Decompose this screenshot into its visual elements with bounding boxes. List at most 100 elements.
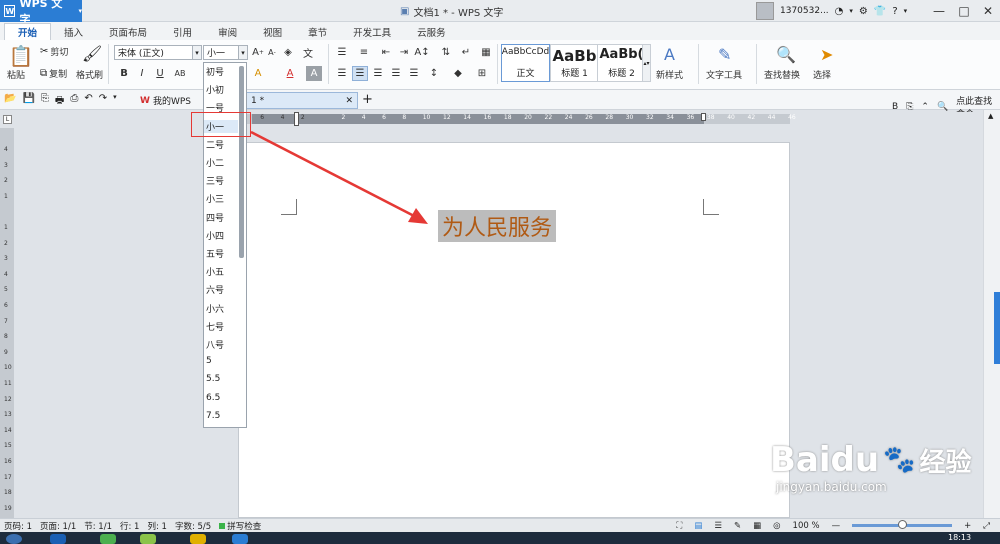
font-size-option[interactable]: 七号 xyxy=(206,320,224,333)
undo-icon[interactable]: ↶ xyxy=(84,93,92,110)
open-icon[interactable]: 📂 xyxy=(4,93,16,110)
clock-icon[interactable]: ◔ xyxy=(835,6,844,17)
close-tab-icon[interactable]: ✕ xyxy=(345,96,353,106)
help-icon[interactable]: ? xyxy=(892,6,897,17)
font-size-option[interactable]: 六号 xyxy=(206,283,224,296)
find-replace-button[interactable]: 查找替换 xyxy=(764,68,800,81)
align-right-icon[interactable]: ☰ xyxy=(370,66,386,81)
print-preview-icon[interactable]: ⎙ xyxy=(70,93,78,110)
taskbar-wps-icon[interactable] xyxy=(232,534,248,544)
tab-references[interactable]: 引用 xyxy=(160,23,205,40)
text-tools-icon[interactable]: ✎ xyxy=(718,45,731,64)
page-view-icon[interactable]: ▤ xyxy=(694,521,702,531)
font-size-option[interactable]: 小六 xyxy=(206,302,224,315)
font-size-option[interactable]: 四号 xyxy=(206,211,224,224)
tab-review[interactable]: 审阅 xyxy=(205,23,250,40)
zoom-slider[interactable] xyxy=(852,520,953,529)
select-cursor-icon[interactable]: ➤ xyxy=(820,45,833,64)
font-size-option[interactable]: 三号 xyxy=(206,174,224,187)
chevron-down-icon[interactable]: ▾ xyxy=(238,46,247,59)
font-size-option[interactable]: 小二 xyxy=(206,156,224,169)
zoom-slider-thumb[interactable] xyxy=(898,520,908,529)
shirt-icon[interactable]: 👕 xyxy=(874,6,886,17)
font-size-option[interactable]: 小初 xyxy=(206,83,224,96)
bullet-list-icon[interactable]: ☰ xyxy=(334,45,350,60)
skin-icon[interactable]: ⚙ xyxy=(859,6,868,17)
tab-stop-selector[interactable]: L xyxy=(3,115,12,124)
tab-insert[interactable]: 插入 xyxy=(51,23,96,40)
font-size-option[interactable]: 初号 xyxy=(206,65,224,78)
user-name[interactable]: 1370532... xyxy=(780,6,829,16)
zoom-level[interactable]: 100 % xyxy=(793,521,820,531)
tab-view[interactable]: 视图 xyxy=(250,23,295,40)
chevron-down-icon[interactable]: ▾ xyxy=(904,7,908,15)
right-indent-marker[interactable] xyxy=(701,113,706,121)
tab-section[interactable]: 章节 xyxy=(295,23,340,40)
document-tab[interactable]: 1 * ✕ xyxy=(246,92,358,109)
scroll-up-icon[interactable]: ▲ xyxy=(988,112,993,120)
zoom-in-icon[interactable]: + xyxy=(964,521,971,531)
collapse-ribbon-icon[interactable]: ⌃ xyxy=(921,102,929,112)
format-painter-button[interactable]: 格式刷 xyxy=(76,68,103,81)
increase-indent-icon[interactable]: ⇥ xyxy=(396,45,412,60)
text-direction-icon[interactable]: A↕ xyxy=(414,45,430,60)
style-heading-2[interactable]: AaBb( 标题 2 xyxy=(597,44,646,82)
new-tab-icon[interactable]: + xyxy=(362,92,373,107)
zoom-out-icon[interactable]: — xyxy=(832,521,841,531)
decrease-indent-icon[interactable]: ⇤ xyxy=(378,45,394,60)
share-icon[interactable]: ⎘ xyxy=(906,102,913,112)
bold-icon[interactable]: B xyxy=(116,66,132,81)
pinyin-icon[interactable]: 文 xyxy=(300,45,316,60)
char-shading-icon[interactable]: A xyxy=(306,66,322,81)
my-wps-link[interactable]: W 我的WPS xyxy=(140,94,191,108)
italic-icon[interactable]: I xyxy=(134,66,150,81)
tab-cloud-service[interactable]: 云服务 xyxy=(404,23,459,40)
align-center-icon[interactable]: ☰ xyxy=(352,66,368,81)
sort-icon[interactable]: ⇅ xyxy=(438,45,454,60)
close-button[interactable]: ✕ xyxy=(977,2,999,20)
indent-marker[interactable] xyxy=(294,112,299,126)
shrink-font-icon[interactable]: A- xyxy=(264,45,280,60)
chevron-down-icon[interactable]: ▾ xyxy=(192,46,201,59)
web-view-icon[interactable]: ▦ xyxy=(753,521,761,531)
save-icon[interactable]: 💾 xyxy=(22,93,34,110)
app-menu-button[interactable]: W WPS 文字 ▾ xyxy=(0,0,82,26)
copy-button[interactable]: ⧉ 复制 xyxy=(40,67,67,80)
line-spacing-icon[interactable]: ↕ xyxy=(426,66,442,81)
font-size-option[interactable]: 5 xyxy=(206,356,212,366)
spell-check[interactable]: 拼写检查 xyxy=(215,520,265,532)
highlight-color-icon[interactable]: A xyxy=(250,66,266,81)
brush-icon[interactable]: 🖌 xyxy=(82,44,102,63)
outline-view-icon[interactable]: ☰ xyxy=(714,521,722,531)
status-section[interactable]: 节: 1/1 xyxy=(80,520,116,532)
clear-format-icon[interactable]: ◈ xyxy=(280,45,296,60)
minimize-button[interactable]: — xyxy=(928,2,950,20)
reading-view-icon[interactable]: ✎ xyxy=(734,521,741,531)
redo-icon[interactable]: ↷ xyxy=(99,93,107,110)
maximize-button[interactable]: □ xyxy=(953,2,975,20)
doc-map-icon[interactable]: B xyxy=(892,102,898,112)
taskbar-app-icon[interactable] xyxy=(190,534,206,544)
style-gallery-scroll[interactable]: ▴▾ xyxy=(642,44,651,82)
font-size-option[interactable]: 7.5 xyxy=(206,411,220,421)
print-icon[interactable]: 🖶 xyxy=(55,93,64,110)
paste-button[interactable]: 粘贴 xyxy=(7,68,25,81)
eye-protect-icon[interactable]: ◎ xyxy=(773,521,780,531)
selected-document-text[interactable]: 为人民服务 xyxy=(438,210,557,242)
tab-developer[interactable]: 开发工具 xyxy=(340,23,404,40)
font-size-option[interactable]: 6.5 xyxy=(206,393,220,403)
font-size-option[interactable]: 小五 xyxy=(206,265,224,278)
export-pdf-icon[interactable]: ⎘ xyxy=(41,93,49,110)
font-size-option[interactable]: 5.5 xyxy=(206,374,220,384)
strikethrough-icon[interactable]: AB xyxy=(172,66,188,81)
document-page[interactable] xyxy=(238,142,790,518)
chevron-down-icon[interactable]: ▾ xyxy=(849,7,853,15)
style-heading-1[interactable]: AaBb 标题 1 xyxy=(550,44,599,82)
find-replace-icon[interactable]: 🔍 xyxy=(776,45,796,64)
status-word-count[interactable]: 字数: 5/5 xyxy=(171,520,215,532)
status-pages[interactable]: 页面: 1/1 xyxy=(36,520,80,532)
borders-icon[interactable]: ⊞ xyxy=(474,66,490,81)
tab-home[interactable]: 开始 xyxy=(4,23,52,40)
scrollbar-side-tab[interactable] xyxy=(994,292,1000,364)
start-button-icon[interactable] xyxy=(6,534,22,544)
